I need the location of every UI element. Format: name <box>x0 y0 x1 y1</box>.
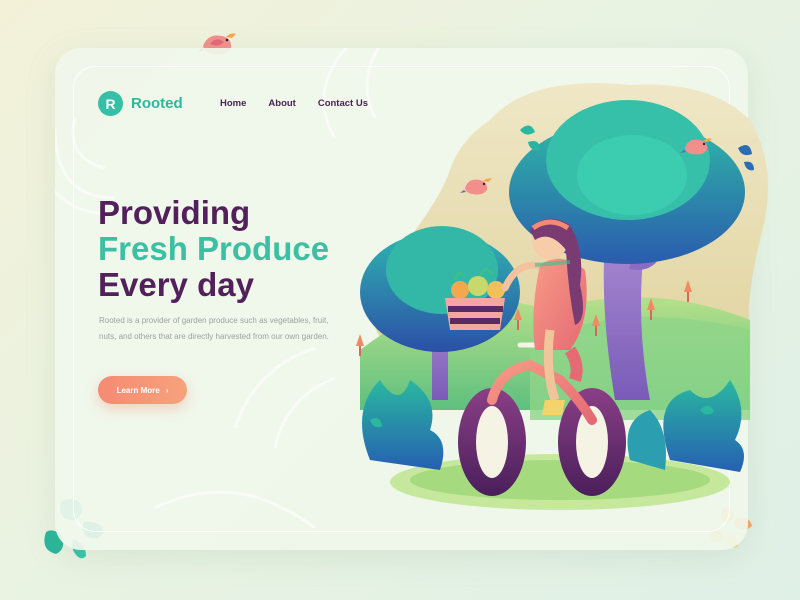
hero-title-line-3: Every day <box>98 266 254 303</box>
chevron-right-icon: › <box>165 385 169 395</box>
learn-more-label: Learn More <box>116 385 160 395</box>
brand-logo[interactable]: R Rooted <box>98 91 183 116</box>
nav-about-link[interactable]: About <box>268 98 295 109</box>
hero-title: Providing Fresh Produce Every day <box>98 195 329 303</box>
logo-mark-icon: R <box>98 91 123 116</box>
hero-description: Rooted is a provider of garden produce s… <box>99 316 329 341</box>
hero-title-line-1: Providing <box>98 194 251 231</box>
hero-title-line-2: Fresh Produce <box>98 230 330 267</box>
nav-home-link[interactable]: Home <box>220 98 246 109</box>
brand-name: Rooted <box>131 95 183 112</box>
hero-illustration <box>356 83 768 510</box>
learn-more-button[interactable]: Learn More › <box>98 376 187 404</box>
